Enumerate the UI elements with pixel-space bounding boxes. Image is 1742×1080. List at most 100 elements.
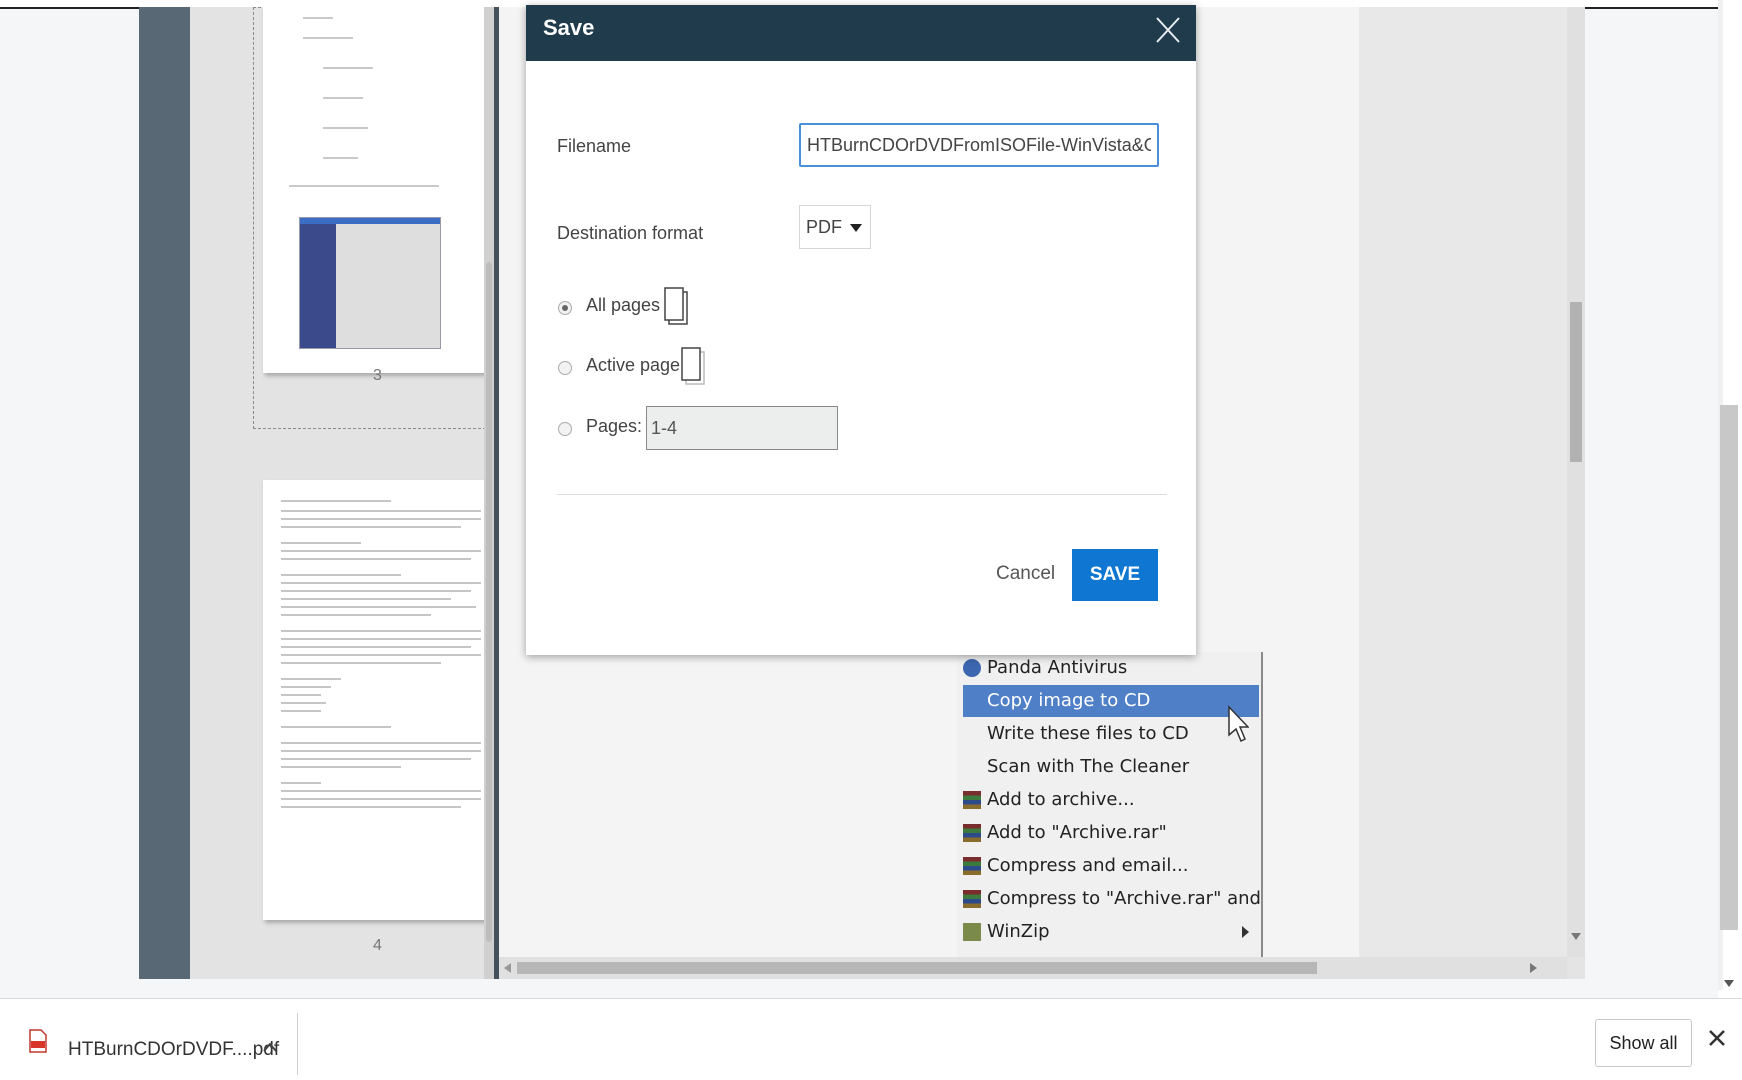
- scroll-down-arrow-icon[interactable]: [1571, 933, 1581, 940]
- document-vertical-scrollbar[interactable]: [1567, 7, 1585, 957]
- thumbnail-text-line: [323, 67, 373, 69]
- thumbnail-text-line: [303, 17, 333, 19]
- chevron-down-icon: [850, 224, 862, 232]
- context-menu-item: Panda Antivirus: [963, 652, 1259, 684]
- scrollbar-thumb[interactable]: [1720, 405, 1738, 930]
- chevron-up-icon[interactable]: [262, 1041, 278, 1053]
- thumbnail-page-number: 3: [373, 367, 382, 384]
- destination-format-value: PDF: [806, 217, 842, 237]
- thumbnail-text-line: [281, 646, 471, 648]
- thumbnail-text-line: [281, 686, 331, 688]
- panda-icon: [963, 659, 981, 677]
- active-page-radio[interactable]: [558, 361, 572, 375]
- winzip-icon: [963, 923, 981, 941]
- filename-label: Filename: [557, 136, 632, 156]
- context-menu-item: Scan with The Cleaner: [987, 756, 1190, 777]
- pages-label[interactable]: Pages:: [586, 416, 642, 437]
- scroll-right-arrow-icon[interactable]: [1530, 963, 1537, 973]
- context-menu-item-highlighted: Copy image to CD: [963, 685, 1259, 717]
- thumbnail-text-line: [281, 782, 321, 784]
- scroll-left-arrow-icon[interactable]: [504, 963, 511, 973]
- save-dialog: Save Filename Destination format PDF All…: [526, 5, 1196, 655]
- scrollbar-thumb[interactable]: [517, 962, 1317, 974]
- dialog-header: Save: [526, 5, 1196, 61]
- thumbnail-text-line: [323, 157, 358, 159]
- context-menu-screenshot: Panda Antivirus Copy image to CD Write t…: [957, 652, 1263, 957]
- thumbnail-text-line: [281, 510, 481, 512]
- thumbnail-text-line: [281, 766, 401, 768]
- save-button[interactable]: SAVE: [1072, 549, 1158, 601]
- thumbnail-text-line: [281, 678, 341, 680]
- thumbnail-text-line: [281, 598, 451, 600]
- thumbnail-text-line: [281, 526, 461, 528]
- thumbnail-text-line: [281, 542, 361, 544]
- thumbnail-text-line: [289, 185, 439, 187]
- single-page-icon: [681, 347, 705, 385]
- thumbnail-text-line: [281, 558, 471, 560]
- submenu-arrow-icon: [1242, 926, 1249, 938]
- winrar-icon: [963, 857, 981, 875]
- all-pages-label[interactable]: All pages: [586, 295, 660, 316]
- thumbnail-text-line: [281, 582, 481, 584]
- thumbnail-text-line: [323, 127, 368, 129]
- document-horizontal-scrollbar[interactable]: [499, 957, 1567, 979]
- context-menu-item: Add to archive...: [963, 784, 1259, 816]
- winrar-icon: [963, 890, 981, 908]
- thumbnail-text-line: [281, 638, 481, 640]
- close-icon[interactable]: [1706, 1027, 1728, 1049]
- thumbnail-text-line: [281, 518, 481, 520]
- pages-range-input[interactable]: [646, 406, 838, 450]
- thumbnail-text-line: [281, 694, 321, 696]
- thumbnail-text-line: [303, 37, 353, 39]
- thumbnail-text-line: [281, 726, 391, 728]
- dialog-title: Save: [543, 15, 595, 40]
- download-item[interactable]: HTBurnCDOrDVDF....pdf: [22, 1015, 297, 1071]
- dialog-divider: [557, 494, 1167, 495]
- thumbnail-text-line: [281, 806, 461, 808]
- thumbnail-page-3[interactable]: [263, 7, 506, 373]
- download-file-name[interactable]: HTBurnCDOrDVDF....pdf: [68, 1039, 279, 1061]
- thumbnail-page-4[interactable]: [263, 480, 506, 920]
- show-all-button[interactable]: Show all: [1595, 1019, 1692, 1067]
- winrar-icon: [963, 824, 981, 842]
- context-menu-item: Compress to "Archive.rar" and email: [963, 883, 1261, 915]
- destination-format-select[interactable]: PDF: [799, 205, 871, 249]
- pages-radio[interactable]: [558, 422, 572, 436]
- thumbnail-text-line: [281, 790, 481, 792]
- thumbnail-text-line: [281, 574, 401, 576]
- all-pages-radio[interactable]: [558, 301, 572, 315]
- download-bar-divider: [297, 1013, 298, 1075]
- download-bar: HTBurnCDOrDVDF....pdf Show all: [0, 998, 1742, 1080]
- active-page-label[interactable]: Active page: [586, 355, 680, 376]
- cancel-button[interactable]: Cancel: [996, 563, 1055, 585]
- page-scrollbar[interactable]: [1718, 0, 1742, 998]
- filename-input[interactable]: [799, 123, 1159, 167]
- destination-format-label: Destination format: [557, 223, 704, 243]
- scroll-down-arrow-icon[interactable]: [1724, 980, 1734, 987]
- thumbnail-text-line: [281, 550, 481, 552]
- multiple-pages-icon: [664, 287, 688, 325]
- thumbnail-text-line: [281, 702, 326, 704]
- context-menu-item: WinZip: [963, 916, 1259, 948]
- thumbnail-text-line: [323, 97, 363, 99]
- context-menu-item: Add to "Archive.rar": [963, 817, 1259, 849]
- thumbnail-text-line: [281, 500, 391, 502]
- thumbnail-text-line: [281, 758, 471, 760]
- thumbnail-text-line: [281, 614, 431, 616]
- thumbnail-panel: 3 4: [190, 7, 521, 979]
- thumbnail-text-line: [281, 710, 321, 712]
- thumbnail-text-line: [281, 742, 481, 744]
- thumbnail-text-line: [281, 798, 481, 800]
- thumbnail-page-number: 4: [373, 937, 382, 954]
- mouse-cursor-icon: [1228, 705, 1249, 743]
- viewer-side-rail: [139, 7, 190, 979]
- close-icon[interactable]: [1154, 13, 1182, 47]
- winrar-icon: [963, 791, 981, 809]
- thumbnail-text-line: [281, 590, 471, 592]
- thumbnail-text-line: [281, 662, 441, 664]
- scrollbar-thumb[interactable]: [1570, 302, 1582, 462]
- thumbnail-scrollbar[interactable]: [484, 7, 494, 979]
- thumbnail-text-line: [281, 630, 481, 632]
- pdf-file-icon: [29, 1029, 47, 1053]
- thumbnail-text-line: [281, 606, 476, 608]
